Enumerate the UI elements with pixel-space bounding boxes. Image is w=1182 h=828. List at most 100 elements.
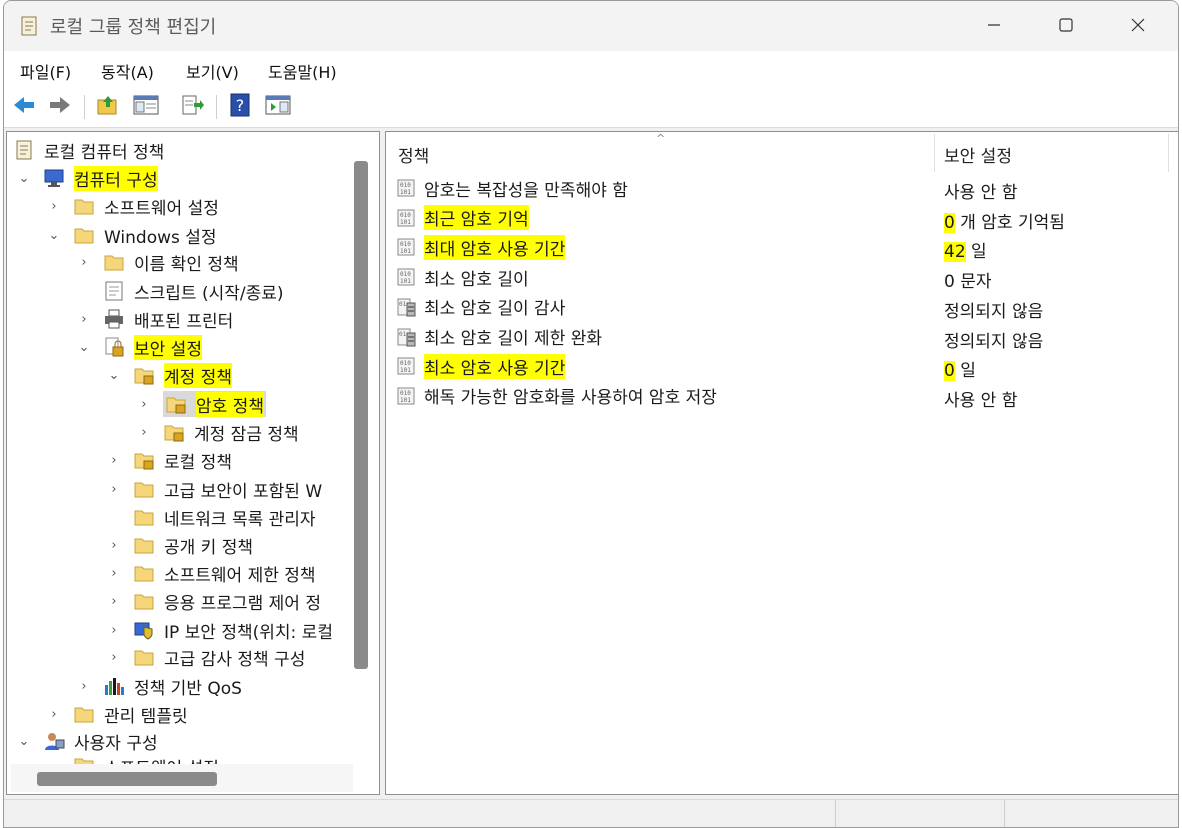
chevron-down-icon[interactable]: ⌄	[107, 368, 121, 383]
horizontal-scrollbar-thumb[interactable]	[37, 772, 217, 786]
svg-text:101: 101	[400, 278, 411, 285]
tree-label: 고급 보안이 포함된 W	[164, 481, 323, 502]
selected-node[interactable]: 암호 정책	[163, 391, 266, 417]
console-tree[interactable]: 로컬 컴퓨터 정책 ⌄ 컴퓨터 구성 › 소프트웨어 설정 ⌄ Windows …	[6, 131, 380, 795]
tree-item-account-lockout[interactable]: › 계정 잠금 정책	[137, 418, 298, 446]
setting-text: 정의되지 않음	[944, 301, 1044, 322]
tree-item-local-policies[interactable]: › 로컬 정책	[107, 446, 232, 474]
table-row[interactable]: 010 101 해독 가능한 암호화를 사용하여 암호 저장 사용 안 함	[396, 382, 1176, 411]
vertical-scrollbar-thumb[interactable]	[354, 161, 368, 669]
tree-item-password-policy[interactable]: › 암호 정책	[137, 390, 266, 418]
policy-server-icon: 01	[396, 327, 416, 347]
setting-text: 일	[960, 361, 976, 382]
tree-item-scripts[interactable]: › 스크립트 (시작/종료)	[77, 277, 284, 305]
tree-label: 소프트웨어 설정	[104, 198, 219, 219]
chevron-right-icon[interactable]: ›	[107, 650, 121, 665]
svg-text:010: 010	[400, 390, 411, 397]
folder-lock-icon	[165, 393, 187, 415]
tree-item-computer-config[interactable]: ⌄ 컴퓨터 구성	[17, 164, 158, 192]
column-divider[interactable]	[934, 134, 935, 172]
chevron-right-icon[interactable]: ›	[107, 566, 121, 581]
user-icon	[43, 730, 65, 752]
close-button[interactable]	[1115, 9, 1161, 43]
show-hide-tree-button[interactable]	[132, 93, 160, 121]
menu-action[interactable]: 동작(A)	[101, 59, 154, 83]
table-row[interactable]: 01 최소 암호 길이 감사 정의되지 않음	[396, 293, 1176, 322]
tree-item-qos[interactable]: › 정책 기반 QoS	[77, 672, 242, 700]
tree-item-windows-settings[interactable]: ⌄ Windows 설정	[47, 221, 217, 249]
tree-item-ipsec[interactable]: › IP 보안 정책(위치: 로컬	[107, 616, 333, 644]
chevron-right-icon[interactable]: ›	[77, 679, 91, 694]
back-button[interactable]	[10, 93, 38, 121]
chevron-down-icon[interactable]: ⌄	[17, 734, 31, 749]
column-divider[interactable]	[1168, 134, 1169, 172]
tree-label: 배포된 프린터	[134, 311, 234, 332]
table-row[interactable]: 010 101 최대 암호 사용 기간 42 일	[396, 233, 1176, 263]
tree-label: 컴퓨터 구성	[74, 165, 158, 191]
tree-item-user-config[interactable]: ⌄ 사용자 구성	[17, 727, 158, 755]
folder-lock-icon	[163, 421, 185, 443]
status-divider	[1004, 800, 1005, 827]
tree-item-app-control[interactable]: › 응용 프로그램 제어 정	[107, 587, 321, 615]
chevron-right-icon[interactable]: ›	[107, 623, 121, 638]
tree-item-security-settings[interactable]: ⌄ 보안 설정	[77, 333, 202, 361]
folder-icon	[73, 195, 95, 217]
table-row[interactable]: 010 101 최소 암호 사용 기간 0 일	[396, 352, 1176, 382]
chevron-right-icon[interactable]: ›	[107, 453, 121, 468]
table-row[interactable]: 01 최소 암호 길이 제한 완화 정의되지 않음	[396, 323, 1176, 352]
chevron-right-icon[interactable]: ›	[137, 397, 151, 412]
tree-item-admin-templates[interactable]: › 관리 템플릿	[47, 700, 188, 728]
table-row[interactable]: 010 101 최소 암호 길이 0 문자	[396, 263, 1176, 292]
up-level-button[interactable]	[94, 93, 122, 121]
tree-item-name-resolution[interactable]: › 이름 확인 정책	[77, 248, 238, 276]
table-row[interactable]: 010 101 최근 암호 기억 0 개 암호 기억됨	[396, 204, 1176, 233]
export-list-button[interactable]	[178, 93, 206, 121]
menu-bar: 파일(F) 동작(A) 보기(V) 도움말(H)	[4, 51, 1178, 87]
policy-server-icon: 01	[396, 297, 416, 317]
menu-view[interactable]: 보기(V)	[186, 59, 239, 83]
chevron-right-icon[interactable]: ›	[77, 255, 91, 270]
title-bar: 로컬 그룹 정책 편집기	[4, 1, 1178, 51]
chevron-down-icon[interactable]: ⌄	[17, 171, 31, 186]
chevron-down-icon[interactable]: ⌄	[77, 340, 91, 355]
maximize-button[interactable]	[1043, 9, 1089, 43]
column-header-setting[interactable]: 보안 설정	[944, 142, 1012, 167]
tree-item-software-restriction[interactable]: › 소프트웨어 제한 정책	[107, 559, 315, 587]
window-title: 로컬 그룹 정책 편집기	[50, 17, 217, 38]
folder-icon	[73, 703, 95, 725]
svg-text:01: 01	[399, 301, 407, 308]
chevron-right-icon[interactable]: ›	[47, 707, 61, 722]
chevron-right-icon[interactable]: ›	[107, 538, 121, 553]
tree-item-network-list[interactable]: › 네트워크 목록 관리자	[107, 503, 316, 531]
tree-item-account-policies[interactable]: ⌄ 계정 정책	[107, 361, 232, 389]
tree-item-root[interactable]: 로컬 컴퓨터 정책	[13, 136, 164, 164]
menu-file[interactable]: 파일(F)	[20, 59, 71, 83]
chevron-right-icon[interactable]: ›	[137, 425, 151, 440]
svg-text:101: 101	[400, 367, 411, 374]
minimize-button[interactable]	[971, 9, 1017, 43]
tree-label: 관리 템플릿	[104, 706, 188, 727]
tree-label: 사용자 구성	[74, 733, 158, 754]
chevron-down-icon[interactable]: ⌄	[47, 228, 61, 243]
policy-icon: 010 101	[396, 386, 416, 406]
forward-button[interactable]	[46, 93, 74, 121]
policy-icon: 010 101	[396, 208, 416, 228]
menu-help[interactable]: 도움말(H)	[268, 59, 337, 83]
chevron-right-icon[interactable]: ›	[47, 199, 61, 214]
policy-list[interactable]: ^ 정책 보안 설정 010 101 암호는 복잡성을 만족해야 함 사용 안 함 01…	[385, 131, 1178, 795]
tree-item-advanced-audit[interactable]: › 고급 감사 정책 구성	[107, 643, 305, 671]
tree-item-software-settings[interactable]: › 소프트웨어 설정	[47, 192, 219, 220]
column-header-policy[interactable]: 정책	[398, 142, 429, 167]
tree-item-deployed-printers[interactable]: › 배포된 프린터	[77, 305, 233, 333]
table-row[interactable]: 010 101 암호는 복잡성을 만족해야 함 사용 안 함	[396, 174, 1176, 203]
chevron-right-icon[interactable]: ›	[107, 594, 121, 609]
chevron-right-icon[interactable]: ›	[77, 312, 91, 327]
policy-name: 암호는 복잡성을 만족해야 함	[424, 180, 628, 201]
show-hide-action-pane-button[interactable]	[264, 93, 292, 121]
tree-item-advanced-firewall[interactable]: › 고급 보안이 포함된 W	[107, 475, 322, 503]
folder-icon	[103, 251, 125, 273]
setting-text: 정의되지 않음	[944, 331, 1044, 352]
chevron-right-icon[interactable]: ›	[107, 482, 121, 497]
tree-item-public-key[interactable]: › 공개 키 정책	[107, 531, 253, 559]
help-button[interactable]: ?	[226, 93, 254, 121]
